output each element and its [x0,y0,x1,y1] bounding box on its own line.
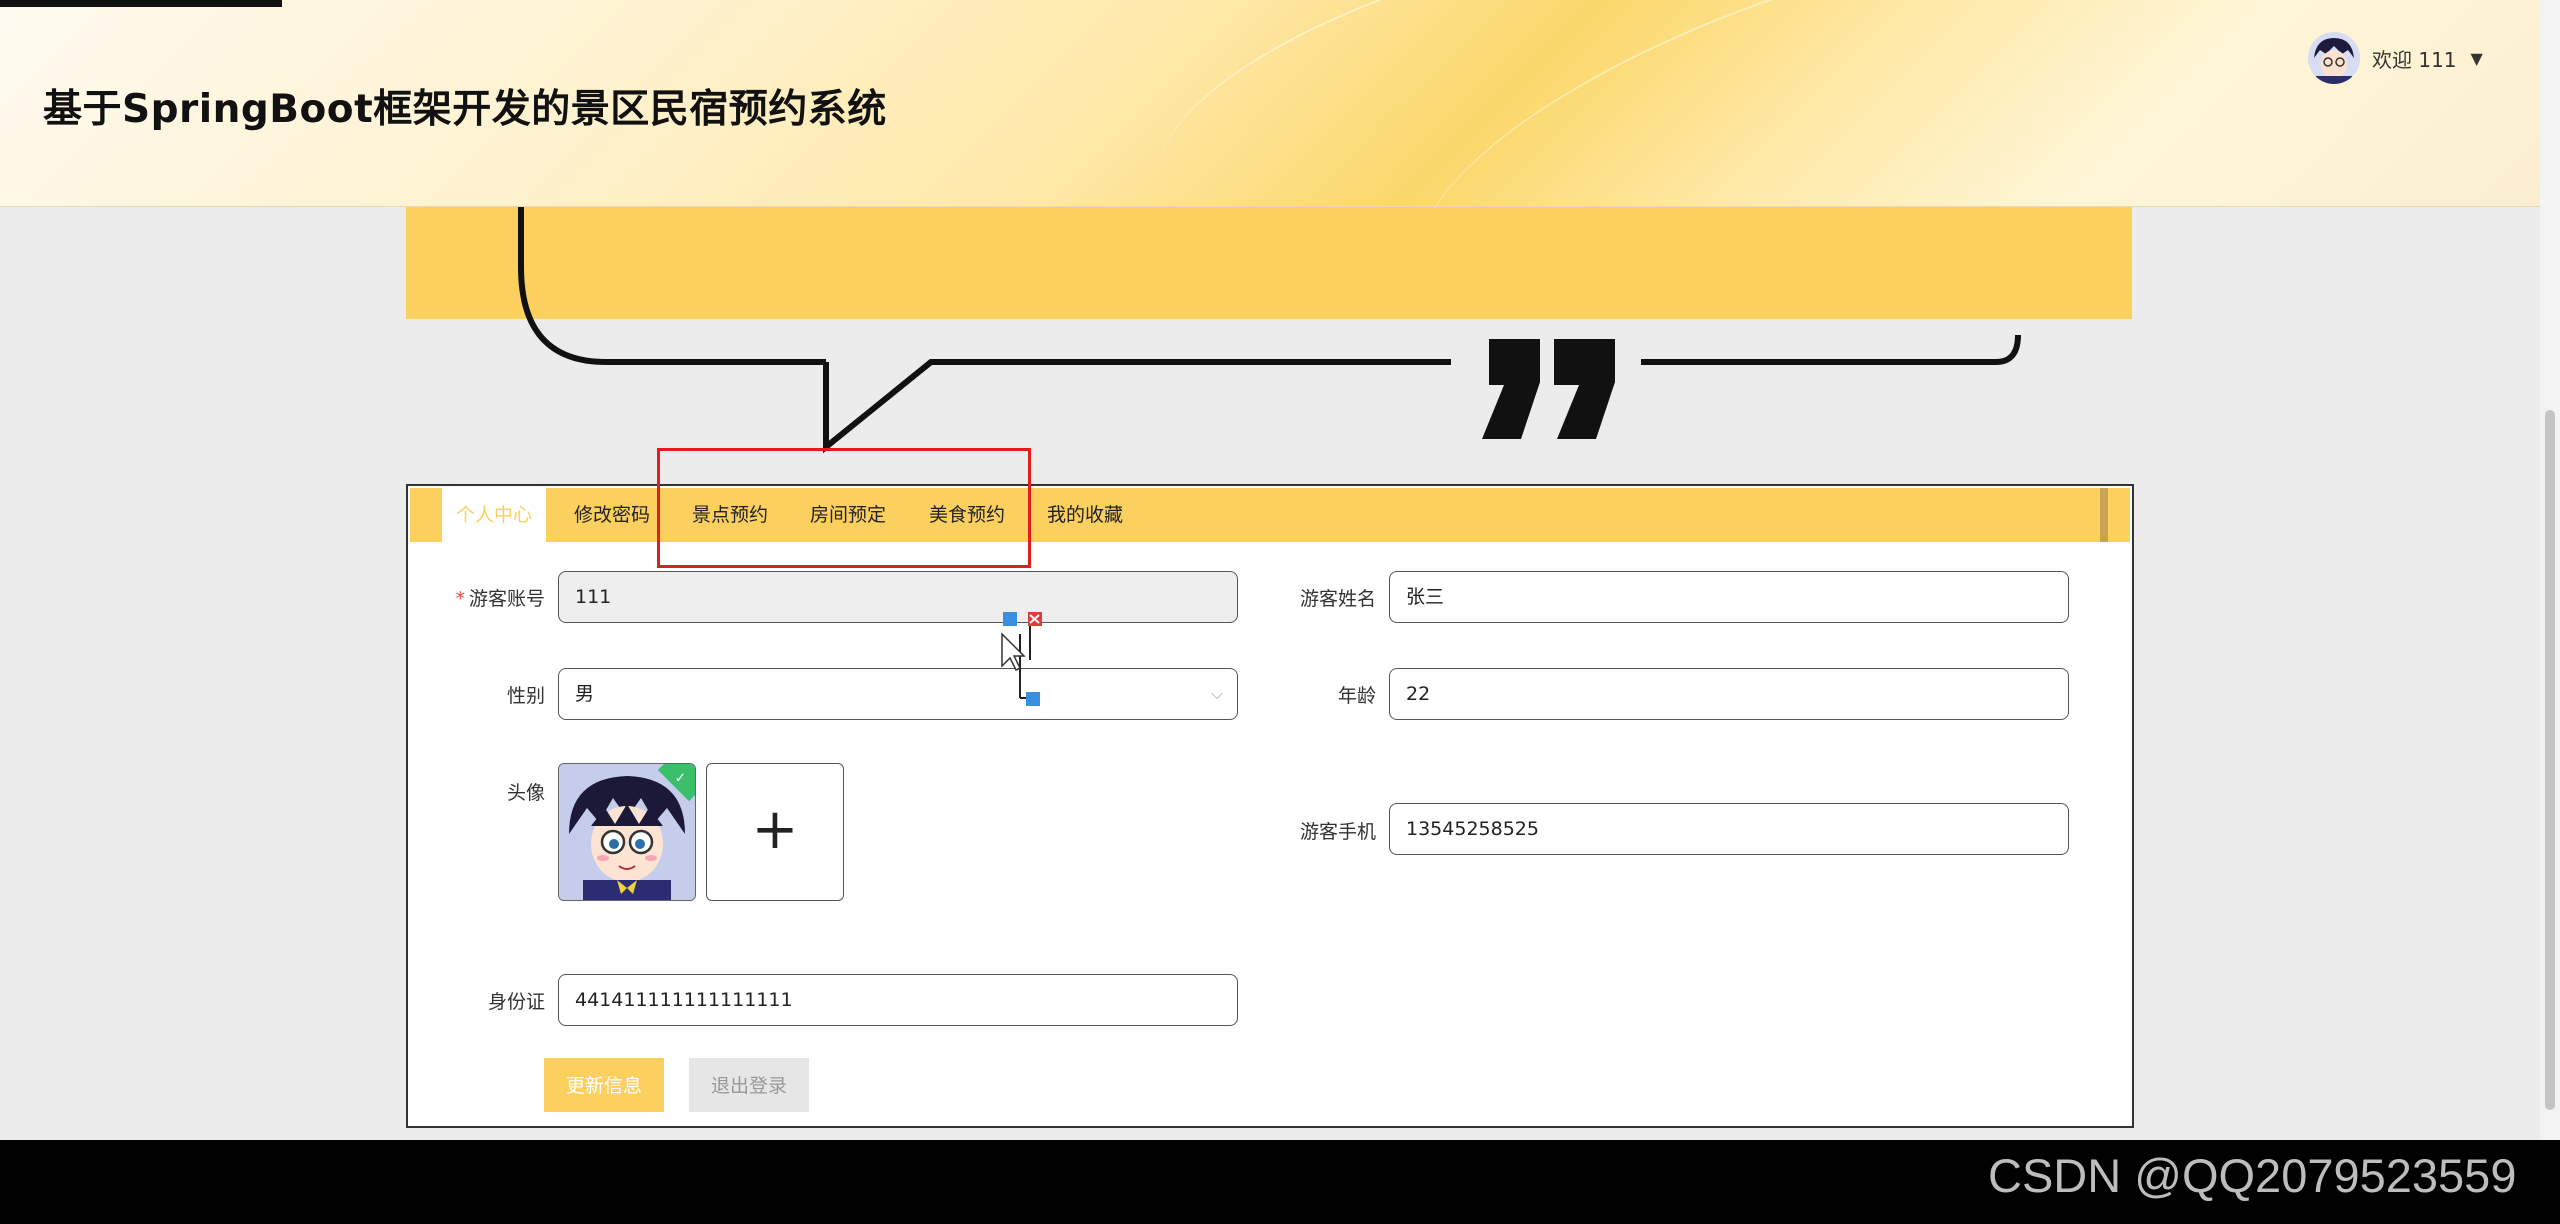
gender-select[interactable]: 男 ⌵ [558,668,1238,720]
cursor-capture-widget [1001,612,1042,706]
age-input[interactable]: 22 [1389,668,2069,720]
name-label: 游客姓名 [1299,588,1376,610]
tab-my-favorites[interactable]: 我的收藏 [1033,488,1137,542]
phone-label: 游客手机 [1299,821,1376,843]
avatar-label: 头像 [506,782,545,804]
gender-value: 男 [575,683,595,705]
tabbar-scroll-edge [2100,488,2108,542]
site-header: 基于SpringBoot框架开发的景区民宿预约系统 欢迎 111 ▼ [0,0,2560,414]
welcome-text[interactable]: 欢迎 111 [2372,44,2457,73]
tab-change-password[interactable]: 修改密码 [560,488,664,542]
name-input[interactable]: 张三 [1389,571,2069,623]
update-info-button[interactable]: 更新信息 [544,1058,664,1112]
chevron-down-icon: ⌵ [1210,684,1223,703]
caret-down-icon[interactable]: ▼ [2471,49,2483,68]
gender-label: 性别 [506,685,545,707]
user-avatar[interactable] [2308,32,2360,84]
watermark: CSDN @QQ2079523559 [1988,1149,2517,1202]
age-label: 年龄 [1337,685,1376,707]
scrollbar-thumb[interactable] [2545,410,2555,1110]
check-icon: ✓ [674,770,687,787]
avatar-preview[interactable]: ✓ [558,763,696,901]
user-menu[interactable]: 欢迎 111 ▼ [2308,30,2483,86]
required-marker: * [455,588,465,610]
top-strip [0,0,282,7]
account-input[interactable]: 111 [558,571,1238,623]
page-scrollbar[interactable] [2540,0,2560,1140]
idcard-input[interactable]: 441411111111111111 [558,974,1238,1026]
tab-personal-center[interactable]: 个人中心 [442,488,547,542]
site-title: 基于SpringBoot框架开发的景区民宿预约系统 [43,87,887,132]
speech-bubble-graphic [518,207,2021,454]
annotation-highlight-box [657,448,1031,568]
idcard-label: 身份证 [487,991,545,1013]
account-label: * 游客账号 [455,588,545,610]
phone-input[interactable]: 13545258525 [1389,803,2069,855]
logout-button[interactable]: 退出登录 [689,1058,809,1112]
upload-button[interactable]: + [706,763,844,901]
